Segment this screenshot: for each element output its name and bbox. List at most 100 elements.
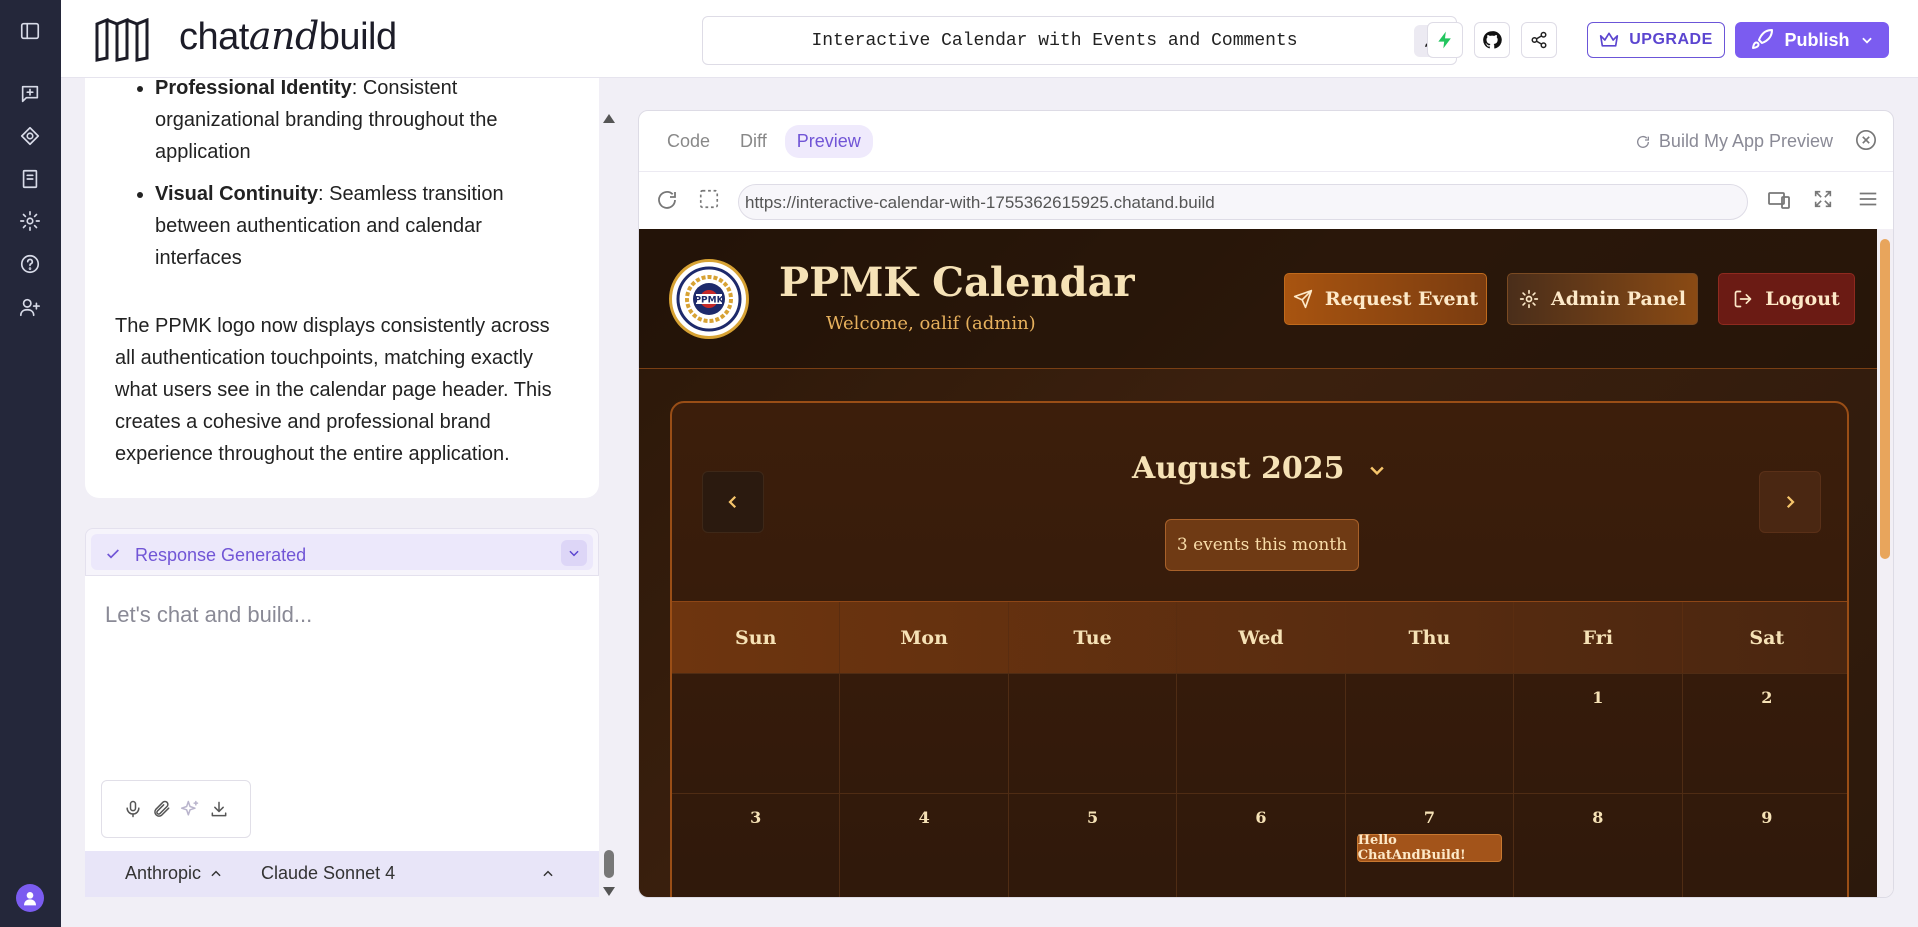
- day-number: 2: [1761, 688, 1773, 707]
- day-cell[interactable]: 8: [1514, 794, 1683, 897]
- calendar: August 2025 3 events this month Sun Mon …: [670, 401, 1849, 897]
- scroll-down-arrow[interactable]: [603, 887, 615, 896]
- day-cell[interactable]: [840, 674, 1009, 793]
- day-cell[interactable]: 3: [672, 794, 841, 897]
- chevron-down-icon: [1861, 37, 1872, 44]
- reload-icon[interactable]: [655, 188, 679, 212]
- sparkle-icon[interactable]: [180, 799, 200, 819]
- day-cell[interactable]: [1177, 674, 1346, 793]
- admin-panel-button[interactable]: Admin Panel: [1507, 273, 1698, 325]
- weekday-label: Fri: [1514, 602, 1683, 673]
- app-preview: PPMK PPMK Calendar Welcome, oalif (admin…: [639, 229, 1879, 897]
- svg-text:PPMK: PPMK: [694, 296, 724, 306]
- upgrade-label: UPGRADE: [1629, 31, 1713, 48]
- day-number: 3: [750, 808, 762, 827]
- day-cell[interactable]: 1: [1514, 674, 1683, 793]
- checkmark-icon: [107, 549, 119, 559]
- day-cell[interactable]: 7 Hello ChatAndBuild!: [1346, 794, 1515, 897]
- day-cell[interactable]: [672, 674, 841, 793]
- responsive-view-icon[interactable]: [1767, 188, 1791, 212]
- gear-icon: [1519, 289, 1539, 309]
- left-rail: [0, 0, 61, 927]
- url-bar-row: https://interactive-calendar-with-175536…: [639, 171, 1893, 229]
- weekday-label: Mon: [840, 602, 1009, 673]
- sidebar-toggle-icon[interactable]: [17, 18, 43, 44]
- day-number: 8: [1592, 808, 1604, 827]
- day-cell[interactable]: 4: [840, 794, 1009, 897]
- message-paragraph: The PPMK logo now displays consistently …: [115, 315, 552, 465]
- bolt-icon: [1438, 31, 1451, 49]
- weekday-header: Sun Mon Tue Wed Thu Fri Sat: [672, 601, 1847, 673]
- preview-scroll-thumb[interactable]: [1880, 239, 1890, 559]
- response-status[interactable]: Response Generated: [85, 528, 599, 576]
- admin-panel-label: Admin Panel: [1551, 288, 1686, 310]
- tab-preview[interactable]: Preview: [784, 125, 873, 158]
- month-selector[interactable]: August 2025: [672, 451, 1847, 486]
- day-cell[interactable]: 6: [1177, 794, 1346, 897]
- day-number: 5: [1086, 808, 1099, 827]
- build-preview-button[interactable]: Build My App Preview: [1635, 131, 1833, 152]
- provider-selector[interactable]: Anthropic: [125, 863, 223, 884]
- preview-scrollbar[interactable]: [1877, 229, 1893, 897]
- day-cell[interactable]: 9: [1683, 794, 1847, 897]
- chevron-down-icon: [569, 550, 579, 557]
- tab-code[interactable]: Code: [655, 125, 722, 158]
- add-user-icon[interactable]: [17, 294, 43, 320]
- chevron-left-icon: [728, 495, 737, 509]
- projects-icon[interactable]: [17, 123, 43, 149]
- settings-icon[interactable]: [17, 208, 43, 234]
- chat-message: Professional Identity: Consistent organi…: [85, 78, 599, 498]
- upgrade-button[interactable]: UPGRADE: [1587, 22, 1725, 58]
- crown-icon: [1600, 32, 1619, 47]
- day-number: 9: [1761, 808, 1773, 827]
- download-icon[interactable]: [209, 799, 229, 819]
- day-cell[interactable]: 2: [1683, 674, 1847, 793]
- scroll-up-arrow[interactable]: [603, 114, 615, 123]
- app-header: PPMK PPMK Calendar Welcome, oalif (admin…: [639, 229, 1879, 369]
- day-cell[interactable]: [1346, 674, 1515, 793]
- publish-label: Publish: [1784, 29, 1850, 50]
- fullscreen-icon[interactable]: [1812, 188, 1834, 210]
- logout-icon: [1734, 290, 1752, 308]
- scroll-thumb[interactable]: [604, 850, 614, 878]
- close-preview-icon[interactable]: [1855, 129, 1877, 151]
- chat-input[interactable]: Let's chat and build...: [85, 576, 599, 851]
- tab-diff[interactable]: Diff: [728, 125, 779, 158]
- chat-scrollbar[interactable]: [602, 110, 616, 900]
- microphone-icon[interactable]: [123, 799, 143, 819]
- publish-button[interactable]: Publish: [1735, 22, 1889, 58]
- list-item: Visual Continuity: Seamless transition b…: [155, 178, 525, 274]
- user-avatar[interactable]: [16, 884, 44, 912]
- share-button[interactable]: [1521, 22, 1557, 58]
- event-count-badge: 3 events this month: [1165, 519, 1359, 571]
- preview-panel: Code Diff Preview Build My App Preview h…: [638, 110, 1894, 898]
- request-event-button[interactable]: Request Event: [1284, 273, 1487, 325]
- docs-icon[interactable]: [17, 166, 43, 192]
- day-cell[interactable]: [1009, 674, 1178, 793]
- menu-icon[interactable]: [1857, 188, 1879, 210]
- github-button[interactable]: [1474, 22, 1510, 58]
- calendar-event[interactable]: Hello ChatAndBuild!: [1356, 833, 1503, 863]
- model-selector[interactable]: Claude Sonnet 4: [261, 863, 395, 884]
- paperclip-icon[interactable]: [152, 799, 172, 819]
- project-title: Interactive Calendar with Events and Com…: [811, 31, 1298, 51]
- project-title-field[interactable]: Interactive Calendar with Events and Com…: [702, 16, 1457, 65]
- new-chat-icon[interactable]: [17, 81, 43, 107]
- feature-list: Professional Identity: Consistent organi…: [125, 78, 525, 284]
- bolt-button[interactable]: [1427, 22, 1463, 58]
- chat-input-placeholder: Let's chat and build...: [105, 602, 313, 627]
- chevron-up-icon[interactable]: [541, 867, 555, 881]
- brand-wordmark: chatandbuild: [179, 14, 397, 58]
- preview-tabs: Code Diff Preview: [655, 125, 873, 158]
- select-element-icon[interactable]: [698, 188, 720, 210]
- request-event-label: Request Event: [1324, 288, 1479, 310]
- url-field[interactable]: https://interactive-calendar-with-175536…: [738, 184, 1748, 220]
- calendar-week: 1 2: [672, 673, 1847, 793]
- day-cell[interactable]: 5: [1009, 794, 1178, 897]
- help-icon[interactable]: [17, 251, 43, 277]
- ppmk-logo: PPMK: [669, 259, 749, 339]
- logout-button[interactable]: Logout: [1718, 273, 1855, 325]
- rocket-icon: [1752, 28, 1774, 49]
- top-bar: chatandbuild Interactive Calendar with E…: [61, 0, 1918, 78]
- expand-response-button[interactable]: [561, 540, 587, 566]
